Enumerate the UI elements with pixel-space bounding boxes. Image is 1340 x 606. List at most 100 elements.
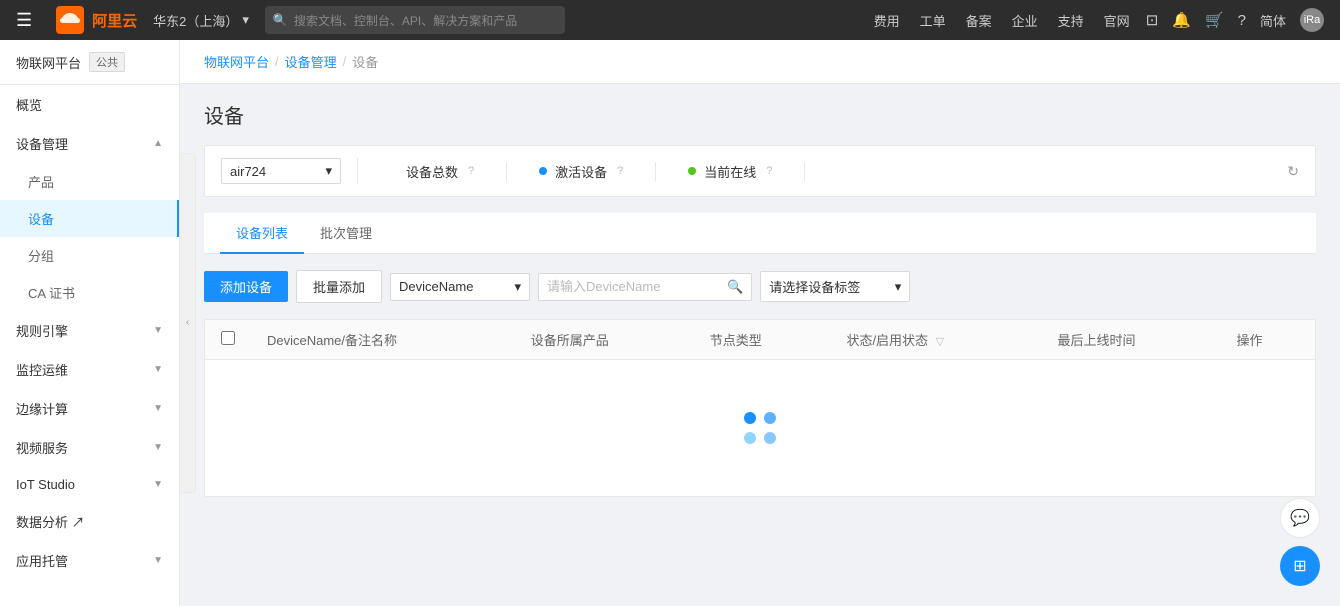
sidebar-item-rules[interactable]: 规则引擎 ▼ xyxy=(0,311,179,350)
notification-icon[interactable]: 🔔 xyxy=(1172,11,1191,29)
loading-dots-row2 xyxy=(744,432,776,444)
chevron-down-icon: ▼ xyxy=(153,364,163,375)
chevron-down-icon: ▼ xyxy=(153,479,163,490)
global-search[interactable]: 🔍 搜索文档、控制台、API、解决方案和产品 xyxy=(265,6,565,34)
sidebar-item-products[interactable]: 产品 xyxy=(0,163,179,200)
stats-activated: 激活设备 ? xyxy=(507,162,656,181)
filter-type-label: DeviceName xyxy=(399,279,473,294)
col-node-type: 节点类型 xyxy=(694,320,831,360)
select-all-checkbox[interactable] xyxy=(221,331,235,345)
image-icon[interactable]: ⊡ xyxy=(1146,11,1159,29)
region-selector[interactable]: 华东2（上海） ▾ xyxy=(153,11,249,30)
loading-dot-3 xyxy=(744,432,756,444)
sidebar-item-edge[interactable]: 边缘计算 ▼ xyxy=(0,389,179,428)
sidebar-item-video[interactable]: 视频服务 ▼ xyxy=(0,428,179,467)
aliyun-icon xyxy=(56,6,84,34)
sidebar-item-monitor[interactable]: 监控运维 ▼ xyxy=(0,350,179,389)
top-navigation: ☰ 阿里云 华东2（上海） ▾ 🔍 搜索文档、控制台、API、解决方案和产品 费… xyxy=(0,0,1340,40)
nav-cost[interactable]: 费用 xyxy=(874,11,900,30)
sidebar-header: 物联网平台 公共 xyxy=(0,40,179,85)
tag-select-label: 请选择设备标签 xyxy=(769,277,860,296)
nav-links: 费用 工单 备案 企业 支持 官网 xyxy=(874,11,1130,30)
sidebar-wrapper: 物联网平台 公共 概览 设备管理 ▲ 产品 设备 分组 CA 证书 规则引擎 ▼… xyxy=(0,40,180,606)
batch-add-button[interactable]: 批量添加 xyxy=(296,270,382,303)
hamburger-icon[interactable]: ☰ xyxy=(16,10,32,31)
language-switch[interactable]: 简体 xyxy=(1260,11,1286,30)
online-dot xyxy=(688,167,696,175)
filter-dropdown-icon: ▾ xyxy=(515,279,522,295)
add-device-button[interactable]: 添加设备 xyxy=(204,271,288,302)
nav-official[interactable]: 官网 xyxy=(1104,11,1130,30)
tab-bar: 设备列表 批次管理 xyxy=(204,213,1316,254)
device-table: DeviceName/备注名称 设备所属产品 节点类型 状态/启用状态 ▽ 最后… xyxy=(204,319,1316,497)
product-select-wrap: air724 ▾ xyxy=(221,158,358,184)
col-status: 状态/启用状态 ▽ xyxy=(830,320,1041,360)
sidebar-item-iot-studio[interactable]: IoT Studio ▼ xyxy=(0,467,179,502)
chevron-down-icon: ▼ xyxy=(153,403,163,414)
loading-indicator xyxy=(221,372,1299,484)
activated-dot xyxy=(539,167,547,175)
sidebar-item-device-management[interactable]: 设备管理 ▲ xyxy=(0,124,179,163)
dropdown-icon: ▾ xyxy=(325,163,332,179)
loading-dots-row1 xyxy=(744,412,776,424)
stats-total-label: 设备总数 xyxy=(406,162,458,181)
nav-enterprise[interactable]: 企业 xyxy=(1012,11,1038,30)
stats-online: 当前在线 ? xyxy=(656,162,805,181)
search-icon[interactable]: 🔍 xyxy=(727,279,743,295)
breadcrumb: 物联网平台 / 设备管理 / 设备 xyxy=(180,40,1340,84)
breadcrumb-device-management[interactable]: 设备管理 xyxy=(285,52,337,71)
tab-batch-management[interactable]: 批次管理 xyxy=(304,213,388,254)
loading-dot-1 xyxy=(744,412,756,424)
breadcrumb-iot[interactable]: 物联网平台 xyxy=(204,52,269,71)
sidebar-item-devices[interactable]: 设备 xyxy=(0,200,179,237)
help-icon[interactable]: ? xyxy=(1238,12,1246,29)
filter-type-select[interactable]: DeviceName ▾ xyxy=(390,273,530,301)
stats-online-label: 当前在线 xyxy=(704,162,756,181)
sidebar-item-overview[interactable]: 概览 xyxy=(0,85,179,124)
refresh-button[interactable]: ↻ xyxy=(1287,163,1299,180)
chevron-down-icon: ▼ xyxy=(153,442,163,453)
col-actions: 操作 xyxy=(1221,320,1315,360)
stats-activated-label: 激活设备 xyxy=(555,162,607,181)
sidebar-item-data-analysis[interactable]: 数据分析 ↗ xyxy=(0,502,179,541)
tab-device-list[interactable]: 设备列表 xyxy=(220,213,304,254)
chevron-up-icon: ▲ xyxy=(153,138,163,149)
product-select[interactable]: air724 ▾ xyxy=(221,158,341,184)
chevron-down-icon: ▼ xyxy=(153,325,163,336)
stats-total: 设备总数 ? xyxy=(374,162,507,181)
stats-activated-help[interactable]: ? xyxy=(617,165,623,177)
sidebar-collapse-button[interactable]: ‹ xyxy=(180,153,196,493)
main-content: 物联网平台 / 设备管理 / 设备 设备 air724 ▾ 设备总数 ? xyxy=(180,40,1340,606)
sidebar-item-groups[interactable]: 分组 xyxy=(0,237,179,274)
table-header-row: DeviceName/备注名称 设备所属产品 节点类型 状态/启用状态 ▽ 最后… xyxy=(205,320,1315,360)
sidebar: 物联网平台 公共 概览 设备管理 ▲ 产品 设备 分组 CA 证书 规则引擎 ▼… xyxy=(0,40,180,606)
sidebar-item-app-hosting[interactable]: 应用托管 ▼ xyxy=(0,541,179,580)
search-icon: 🔍 xyxy=(273,13,288,27)
nav-icons: ⊡ 🔔 🛒 ? 简体 iRa xyxy=(1146,8,1324,32)
stats-bar: air724 ▾ 设备总数 ? 激活设备 ? 当前在线 ? xyxy=(204,145,1316,197)
stats-online-help[interactable]: ? xyxy=(766,165,772,177)
grid-button[interactable]: ⊞ xyxy=(1280,546,1320,586)
tag-dropdown-icon: ▾ xyxy=(895,279,902,295)
stats-total-help[interactable]: ? xyxy=(468,165,474,177)
chat-button[interactable]: 💬 xyxy=(1280,498,1320,538)
col-device-name: DeviceName/备注名称 xyxy=(251,320,515,360)
sidebar-item-ca-cert[interactable]: CA 证书 xyxy=(0,274,179,311)
status-filter-icon[interactable]: ▽ xyxy=(936,336,944,348)
tag-select[interactable]: 请选择设备标签 ▾ xyxy=(760,271,910,302)
loading-dot-2 xyxy=(764,412,776,424)
toolbar: 添加设备 批量添加 DeviceName ▾ 🔍 请选择设备标签 ▾ xyxy=(204,270,1316,303)
nav-support[interactable]: 支持 xyxy=(1058,11,1084,30)
search-placeholder: 搜索文档、控制台、API、解决方案和产品 xyxy=(294,12,517,29)
table: DeviceName/备注名称 设备所属产品 节点类型 状态/启用状态 ▽ 最后… xyxy=(205,320,1315,496)
device-search-input[interactable] xyxy=(547,279,723,294)
user-avatar[interactable]: iRa xyxy=(1300,8,1324,32)
page-title: 设备 xyxy=(204,100,1316,129)
nav-ticket[interactable]: 工单 xyxy=(920,11,946,30)
nav-record[interactable]: 备案 xyxy=(966,11,992,30)
brand-name: 阿里云 xyxy=(92,10,137,31)
sidebar-badge[interactable]: 公共 xyxy=(89,52,125,72)
cart-icon[interactable]: 🛒 xyxy=(1205,11,1224,29)
main-layout: 物联网平台 公共 概览 设备管理 ▲ 产品 设备 分组 CA 证书 规则引擎 ▼… xyxy=(0,40,1340,606)
table-loading-row xyxy=(205,360,1315,497)
